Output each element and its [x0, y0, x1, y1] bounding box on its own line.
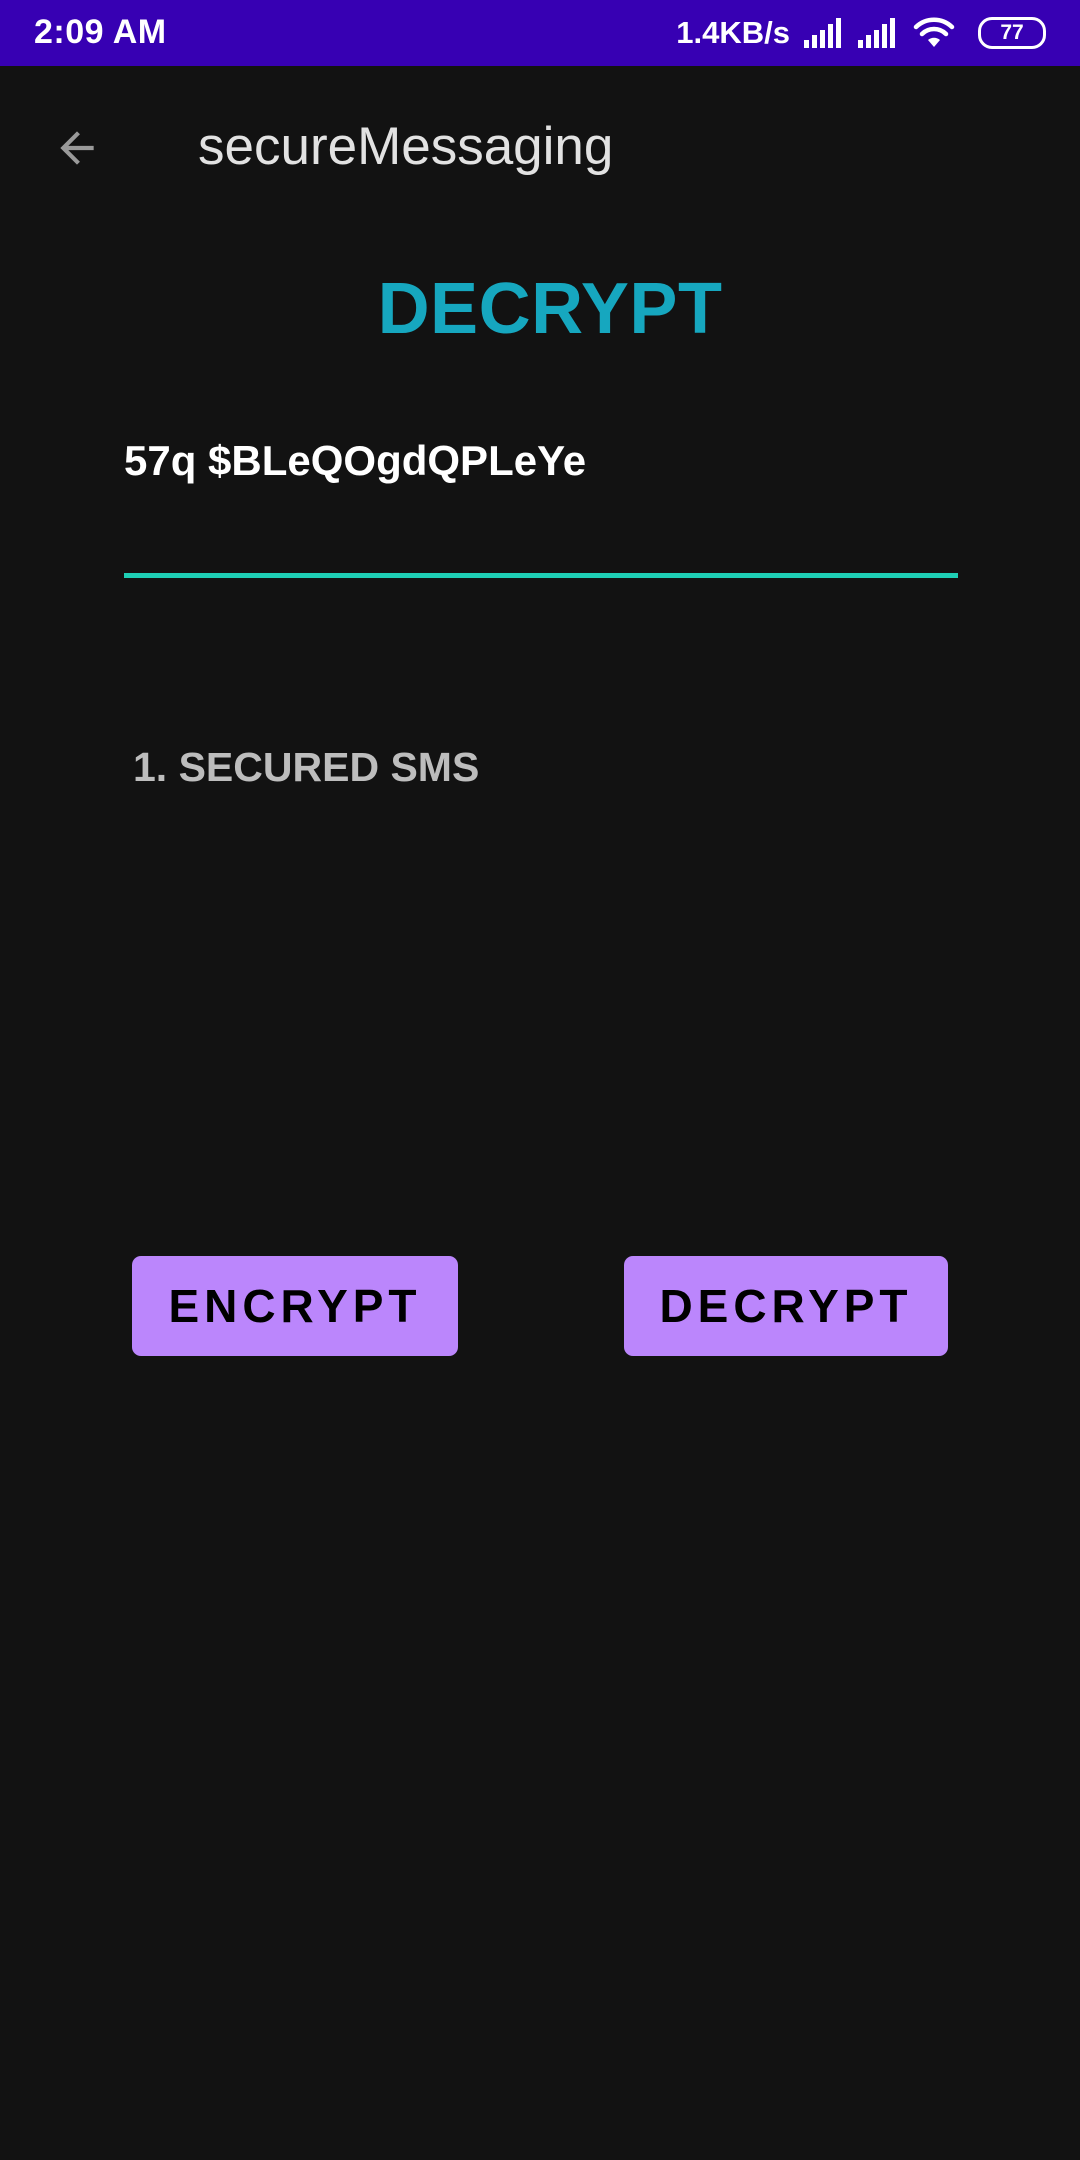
battery-icon: 77	[978, 17, 1046, 49]
arrow-back-icon	[60, 131, 94, 165]
status-bar: 2:09 AM 1.4KB/s 77	[0, 0, 1080, 66]
list-item[interactable]: 1. SECURED SMS	[133, 744, 479, 791]
app-bar: secureMessaging	[0, 66, 1080, 222]
wifi-icon	[912, 17, 956, 49]
encrypt-button[interactable]: ENCRYPT	[132, 1256, 458, 1356]
page-heading: DECRYPT	[0, 268, 1080, 350]
status-icons: 1.4KB/s 77	[676, 11, 1046, 55]
screen: 2:09 AM 1.4KB/s 77 secureMessaging DECRY…	[0, 0, 1080, 2160]
app-title: secureMessaging	[198, 117, 614, 176]
back-button[interactable]	[40, 111, 114, 185]
sms-list: 1. SECURED SMS	[133, 744, 479, 791]
network-speed: 1.4KB/s	[676, 15, 790, 50]
decrypt-button[interactable]: DECRYPT	[624, 1256, 948, 1356]
message-input[interactable]	[124, 418, 958, 578]
page-heading-text: DECRYPT	[377, 269, 723, 349]
signal-icon	[858, 18, 898, 48]
status-time: 2:09 AM	[34, 13, 167, 51]
signal-icon	[804, 18, 844, 48]
